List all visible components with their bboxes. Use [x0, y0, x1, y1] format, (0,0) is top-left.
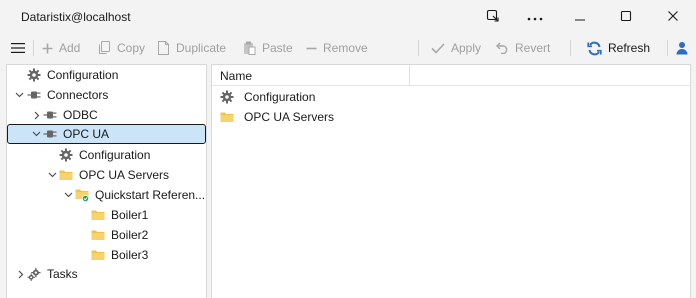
chevron-right-icon[interactable]: [16, 269, 26, 279]
maximize-button[interactable]: [603, 0, 649, 34]
revert-button[interactable]: Revert: [496, 38, 550, 58]
duplicate-button[interactable]: Duplicate: [157, 38, 226, 58]
plug-icon: [43, 108, 57, 122]
title-bar: Dataristix@localhost: [0, 0, 696, 34]
chevron-down-icon[interactable]: [63, 190, 73, 200]
tree-item-label: OPC UA: [63, 127, 110, 141]
copy-icon: [98, 41, 111, 55]
tree-item-label: OPC UA Servers: [79, 168, 170, 182]
column-header-name[interactable]: Name: [220, 69, 252, 83]
apply-label: Apply: [451, 41, 482, 55]
user-button[interactable]: [676, 38, 688, 58]
remove-label: Remove: [323, 41, 368, 55]
close-icon: [667, 10, 679, 25]
minimize-button[interactable]: [557, 0, 603, 34]
add-button[interactable]: Add: [42, 38, 80, 58]
folder-icon: [91, 208, 105, 222]
detail-list-view[interactable]: Name Configuration OPC UA Servers: [211, 64, 691, 298]
refresh-label: Refresh: [608, 41, 651, 55]
tree-item-label: Configuration: [79, 148, 151, 162]
checkmark-icon: [431, 42, 445, 54]
tree-item-opcua-servers[interactable]: OPC UA Servers: [7, 165, 206, 185]
chevron-down-icon[interactable]: [47, 170, 57, 180]
column-divider[interactable]: [409, 65, 410, 86]
folder-connected-icon: [75, 188, 89, 202]
chevron-down-icon[interactable]: [14, 90, 24, 100]
folder-icon: [220, 110, 234, 124]
duplicate-icon: [157, 41, 170, 55]
tree-item-quickstart[interactable]: Quickstart Referen...: [7, 185, 206, 205]
window-title: Dataristix@localhost: [21, 10, 131, 24]
chevron-right-icon[interactable]: [32, 110, 42, 120]
ellipsis-icon: [527, 10, 543, 24]
undo-icon: [496, 42, 509, 54]
tree-item-connectors[interactable]: Connectors: [7, 85, 206, 105]
tree-item-label: Boiler3: [111, 248, 149, 262]
copy-button[interactable]: Copy: [98, 38, 145, 58]
remove-button[interactable]: Remove: [306, 38, 368, 58]
tree-item-boiler1[interactable]: Boiler1: [7, 205, 206, 225]
column-header-row: Name: [212, 65, 690, 86]
tree-item-opcua-configuration[interactable]: Configuration: [7, 145, 206, 165]
chevron-down-icon[interactable]: [31, 129, 41, 139]
plug-icon: [43, 127, 57, 141]
tree-item-configuration[interactable]: Configuration: [7, 65, 206, 85]
gear-icon: [59, 148, 73, 162]
refresh-icon: [587, 41, 602, 56]
add-label: Add: [59, 41, 81, 55]
tree-item-boiler3[interactable]: Boiler3: [7, 245, 206, 265]
tree-item-label: Quickstart Referen...: [95, 188, 205, 202]
hamburger-icon: [11, 42, 25, 54]
tree-item-label: Boiler2: [111, 228, 149, 242]
plus-icon: [42, 43, 53, 54]
folder-icon: [59, 168, 73, 182]
clipboard-icon: [243, 41, 256, 55]
list-item-label: OPC UA Servers: [244, 110, 335, 124]
more-options-button[interactable]: [512, 0, 558, 34]
tree-item-label: Tasks: [47, 267, 78, 281]
toolbar-separator: [33, 40, 34, 56]
gears-icon: [27, 267, 41, 281]
tree-item-boiler2[interactable]: Boiler2: [7, 225, 206, 245]
user-icon: [676, 41, 688, 55]
menu-button[interactable]: [11, 38, 25, 58]
toolbar-separator: [570, 40, 571, 56]
tree-item-odbc[interactable]: ODBC: [7, 105, 206, 125]
tree-item-label: Boiler1: [111, 208, 149, 222]
toolbar-separator: [667, 40, 668, 56]
paste-button[interactable]: Paste: [243, 38, 293, 58]
close-button[interactable]: [650, 0, 696, 34]
toolbar: Add Copy Duplicate Paste Remove Apply Re…: [0, 34, 696, 62]
plug-icon: [27, 88, 41, 102]
list-item-label: Configuration: [244, 90, 316, 104]
tree-item-tasks[interactable]: Tasks: [7, 264, 206, 284]
apply-button[interactable]: Apply: [431, 38, 481, 58]
snap-icon: [485, 8, 501, 27]
tree-item-opcua[interactable]: OPC UA: [7, 124, 206, 144]
copy-label: Copy: [117, 41, 146, 55]
tree-item-label: ODBC: [63, 108, 98, 122]
duplicate-label: Duplicate: [176, 41, 227, 55]
gear-icon: [220, 90, 234, 104]
revert-label: Revert: [515, 41, 551, 55]
gear-icon: [27, 68, 41, 82]
minus-icon: [306, 43, 317, 54]
minimize-icon: [574, 10, 586, 24]
toolbar-separator: [418, 40, 419, 56]
refresh-button[interactable]: Refresh: [587, 38, 650, 58]
folder-icon: [91, 248, 105, 262]
folder-icon: [91, 228, 105, 242]
paste-label: Paste: [262, 41, 293, 55]
tree-item-label: Connectors: [47, 88, 109, 102]
maximize-icon: [620, 10, 632, 25]
snap-layout-button[interactable]: [470, 0, 516, 34]
tree-view[interactable]: Configuration Connectors ODBC OPC UA Con…: [6, 64, 207, 298]
tree-item-label: Configuration: [47, 68, 119, 82]
